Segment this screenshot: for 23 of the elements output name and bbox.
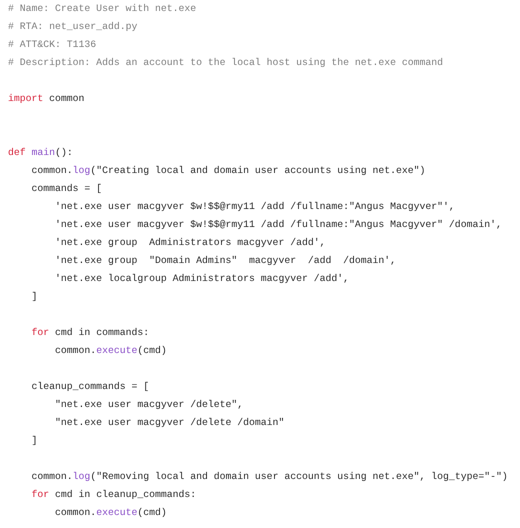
code-line: 'net.exe user macgyver $w!$$@rmy11 /add /fullname:"Angus Macgyver" /domain', bbox=[54, 219, 502, 230]
code-line: ] bbox=[30, 291, 38, 302]
code-line: "net.exe user macgyver /delete", bbox=[54, 399, 244, 410]
code-line: # ATT&CK: T1136 bbox=[8, 39, 96, 50]
code-line: # RTA: net_user_add.py bbox=[8, 21, 138, 32]
code-line: "net.exe user macgyver /delete /domain" bbox=[54, 417, 284, 428]
code-line: def main(): bbox=[8, 147, 73, 158]
code-line: for cmd in cleanup_commands: bbox=[30, 489, 196, 500]
code-line: for cmd in commands: bbox=[30, 327, 150, 338]
code-line: # Name: Create User with net.exe bbox=[8, 3, 196, 14]
code-line: common.execute(cmd) bbox=[54, 345, 167, 356]
code-line: ] bbox=[30, 435, 38, 446]
code-line: 'net.exe group Administrators macgyver /add', bbox=[54, 237, 326, 248]
code-line: 'net.exe group "Domain Admins" macgyver /add /domain', bbox=[54, 255, 396, 266]
code-line: common.log("Creating local and domain user accounts using net.exe") bbox=[30, 165, 426, 176]
code-line: 'net.exe user macgyver $w!$$@rmy11 /add /fullname:"Angus Macgyver"', bbox=[54, 201, 455, 212]
code-line: # Description: Adds an account to the local host using the net.exe command bbox=[8, 57, 444, 68]
code-line: common.log("Removing local and domain user accounts using net.exe", log_type="-") bbox=[30, 471, 508, 482]
code-line: cleanup_commands = [ bbox=[30, 381, 150, 392]
code-line: import common bbox=[8, 93, 84, 104]
code-line: 'net.exe localgroup Administrators macgyver /add', bbox=[54, 273, 349, 284]
code-line: common.execute(cmd) bbox=[54, 507, 167, 518]
code-line: commands = [ bbox=[30, 183, 102, 194]
